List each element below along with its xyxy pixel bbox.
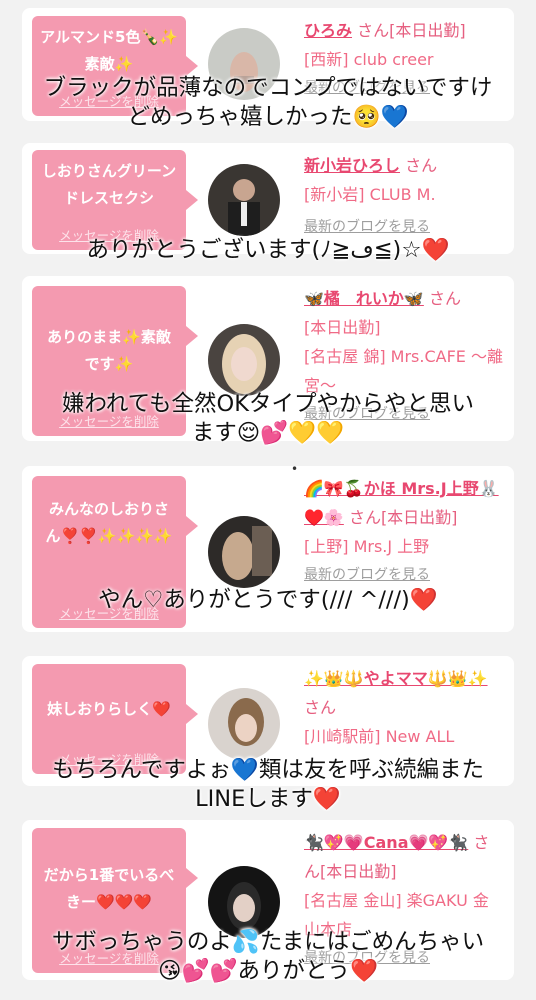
avatar[interactable] <box>208 164 280 236</box>
shop-name: [名古屋 錦] Mrs.CAFE ～離宮～ <box>304 347 503 395</box>
shop-name: [西新] club creer <box>304 50 434 69</box>
shop-name: [川崎駅前] New ALL <box>304 727 455 746</box>
message-bubble: しおりさんグリーンドレスセクシ メッセージを削除 <box>32 150 198 250</box>
reply-caption-line: ありがとうございます(ﾉ≧ڡ≦)☆❤️ <box>86 237 450 263</box>
message-text: 妹しおりらしく❤️ <box>47 700 171 718</box>
message-text: ありのまま✨素敵です✨ <box>47 328 171 373</box>
shop-name: [新小岩] CLUB M. <box>304 185 436 204</box>
attendance-status: [本日出勤] <box>304 318 381 337</box>
message-text: みんなのしおりさん❣️❣️✨✨✨✨ <box>45 500 173 545</box>
reply-caption-line: サボっちゃうのよ💦たまにはごめんちゃい <box>51 929 485 955</box>
reply-caption-line: ブラックが品薄なのでコンプではないですけ <box>43 75 493 101</box>
status-text: さん[本日出勤] <box>348 508 458 527</box>
status-text: さん <box>304 698 337 717</box>
avatar[interactable] <box>208 688 280 760</box>
status-text: さん <box>405 156 438 175</box>
dot: • <box>291 462 299 476</box>
reply-caption: ありがとうございます(ﾉ≧ڡ≦)☆❤️ <box>0 236 536 265</box>
message-text: アルマンド5色🍾✨素敵✨ <box>40 28 178 73</box>
user-name-link[interactable]: ✨👑🔱やよママ🔱👑✨ <box>304 669 488 688</box>
user-name-link[interactable]: ひろみ <box>304 21 352 40</box>
reply-caption: サボっちゃうのよ💦たまにはごめんちゃい 😘💕💕ありがとう❤️ <box>0 928 536 986</box>
user-name-link[interactable]: 🐈‍⬛💖💗Cana💗💖🐈‍⬛ <box>304 833 468 852</box>
message-text: だから1番でいるべきー❤️❤️❤️ <box>43 866 175 911</box>
status-text: さん[本日出勤] <box>357 21 466 40</box>
reply-caption: やん♡ありがとうです(/// ^///)❤️ <box>0 586 536 615</box>
shop-name: [上野] Mrs.J 上野 <box>304 537 430 556</box>
reply-caption-line: LINEします❤️ <box>195 786 341 812</box>
reply-caption: もちろんですよぉ💙類は友を呼ぶ続編また LINEします❤️ <box>0 756 536 814</box>
avatar[interactable] <box>208 516 280 588</box>
message-text: しおりさんグリーンドレスセクシ <box>41 162 177 207</box>
reply-caption-line: どめっちゃ嬉しかった🥺💙 <box>127 104 409 130</box>
status-text: さん <box>428 289 461 308</box>
avatar[interactable] <box>208 324 280 396</box>
reply-caption: ブラックが品薄なのでコンプではないですけ どめっちゃ嬉しかった🥺💙 <box>0 74 536 132</box>
reply-caption-line: もちろんですよぉ💙類は友を呼ぶ続編また <box>52 757 484 783</box>
reply-caption-line: ます😌💕💛💛 <box>191 420 345 446</box>
reply-caption: 嫌われても全然OKタイプやからやと思い ます😌💕💛💛 <box>0 390 536 448</box>
reply-caption-line: 嫌われても全然OKタイプやからやと思い <box>61 391 475 417</box>
reply-caption-line: やん♡ありがとうです(/// ^///)❤️ <box>98 587 438 613</box>
user-name-link[interactable]: 新小岩ひろし <box>304 156 400 175</box>
user-name-link[interactable]: 🦋橘 れいか🦋 <box>304 289 424 308</box>
reply-caption-line: 😘💕💕ありがとう❤️ <box>157 958 378 984</box>
